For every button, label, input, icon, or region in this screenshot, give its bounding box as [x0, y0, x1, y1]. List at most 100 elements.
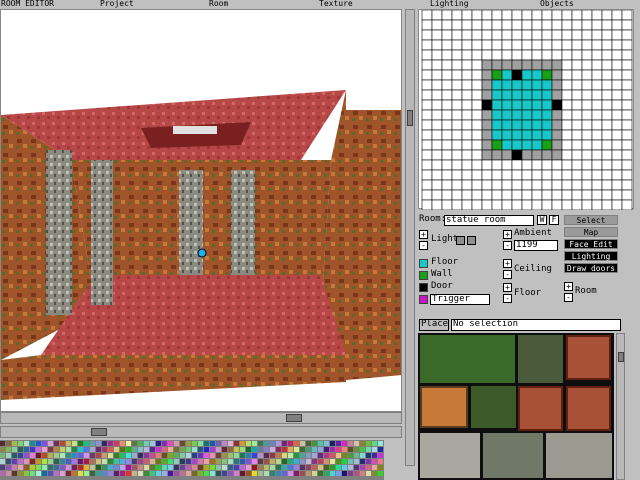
palette-swatch[interactable] — [342, 459, 347, 464]
map-cell[interactable] — [451, 159, 463, 171]
map-cell[interactable] — [501, 79, 513, 91]
map-cell[interactable] — [591, 19, 603, 31]
palette-swatch[interactable] — [30, 441, 35, 446]
map-cell[interactable] — [431, 39, 443, 51]
map-cell[interactable] — [531, 169, 543, 181]
palette-swatch[interactable] — [72, 447, 77, 452]
map-cell[interactable] — [551, 109, 563, 121]
map-cell[interactable] — [601, 89, 613, 101]
palette-swatch[interactable] — [282, 471, 287, 476]
3d-viewport[interactable] — [0, 9, 402, 412]
light-minus-button[interactable]: - — [419, 241, 428, 250]
map-cell[interactable] — [431, 29, 443, 41]
map-cell[interactable] — [441, 59, 453, 71]
map-cell[interactable] — [531, 49, 543, 61]
palette-swatch[interactable] — [90, 465, 95, 470]
palette-swatch[interactable] — [342, 447, 347, 452]
palette-swatch[interactable] — [96, 447, 101, 452]
palette-swatch[interactable] — [372, 459, 377, 464]
map-cell[interactable] — [481, 139, 493, 151]
palette-swatch[interactable] — [288, 453, 293, 458]
palette-swatch[interactable] — [72, 459, 77, 464]
palette-swatch[interactable] — [120, 471, 125, 476]
palette-swatch[interactable] — [330, 441, 335, 446]
palette-swatch[interactable] — [156, 465, 161, 470]
map-cell[interactable] — [531, 99, 543, 111]
palette-swatch[interactable] — [84, 471, 89, 476]
palette-swatch[interactable] — [330, 471, 335, 476]
palette-swatch[interactable] — [276, 471, 281, 476]
ambient-plus-button[interactable]: + — [503, 230, 512, 239]
map-cell[interactable] — [421, 29, 433, 41]
map-cell[interactable] — [501, 69, 513, 81]
palette-swatch[interactable] — [210, 453, 215, 458]
palette-swatch[interactable] — [54, 471, 59, 476]
map-cell[interactable] — [511, 189, 523, 201]
palette-swatch[interactable] — [354, 465, 359, 470]
palette-swatch[interactable] — [348, 441, 353, 446]
palette-swatch[interactable] — [360, 447, 365, 452]
palette-swatch[interactable] — [24, 465, 29, 470]
map-cell[interactable] — [611, 149, 623, 161]
map-cell[interactable] — [501, 99, 513, 111]
palette-swatch[interactable] — [132, 453, 137, 458]
map-cell[interactable] — [611, 109, 623, 121]
palette-swatch[interactable] — [18, 441, 23, 446]
palette-swatch[interactable] — [0, 459, 5, 464]
map-cell[interactable] — [601, 39, 613, 51]
map-cell[interactable] — [551, 199, 563, 211]
map-cell[interactable] — [441, 159, 453, 171]
palette-swatch[interactable] — [186, 465, 191, 470]
palette-swatch[interactable] — [6, 465, 11, 470]
palette-swatch[interactable] — [90, 453, 95, 458]
map-cell[interactable] — [481, 129, 493, 141]
texture-scroll-thumb[interactable] — [618, 352, 624, 362]
palette-swatch[interactable] — [60, 447, 65, 452]
map-cell[interactable] — [451, 29, 463, 41]
map-cell[interactable] — [551, 169, 563, 181]
map-cell[interactable] — [531, 129, 543, 141]
map-cell[interactable] — [491, 79, 503, 91]
palette-swatch[interactable] — [30, 459, 35, 464]
map-cell[interactable] — [541, 199, 553, 211]
map-cell[interactable] — [501, 89, 513, 101]
palette-swatch[interactable] — [132, 471, 137, 476]
map-cell[interactable] — [551, 49, 563, 61]
map-cell[interactable] — [541, 9, 553, 21]
palette-swatch[interactable] — [48, 459, 53, 464]
palette-swatch[interactable] — [246, 441, 251, 446]
map-cell[interactable] — [601, 179, 613, 191]
palette-swatch[interactable] — [210, 465, 215, 470]
map-cell[interactable] — [451, 199, 463, 211]
map-cell[interactable] — [571, 189, 583, 201]
map-cell[interactable] — [511, 119, 523, 131]
map-cell[interactable] — [471, 139, 483, 151]
map-cell[interactable] — [601, 139, 613, 151]
palette-swatch[interactable] — [318, 447, 323, 452]
palette-swatch[interactable] — [144, 447, 149, 452]
palette-swatch[interactable] — [162, 465, 167, 470]
map-cell[interactable] — [561, 69, 573, 81]
map-cell[interactable] — [601, 59, 613, 71]
map-cell[interactable] — [531, 19, 543, 31]
map-cell[interactable] — [501, 189, 513, 201]
palette-swatch[interactable] — [186, 447, 191, 452]
palette-swatch[interactable] — [222, 465, 227, 470]
map-cell[interactable] — [451, 179, 463, 191]
map-cell[interactable] — [581, 139, 593, 151]
palette-swatch[interactable] — [354, 471, 359, 476]
palette-swatch[interactable] — [180, 453, 185, 458]
palette-swatch[interactable] — [324, 465, 329, 470]
map-cell[interactable] — [431, 49, 443, 61]
map-cell[interactable] — [621, 99, 633, 111]
map-cell[interactable] — [451, 69, 463, 81]
palette-swatch[interactable] — [30, 471, 35, 476]
map-cell[interactable] — [471, 179, 483, 191]
map-cell[interactable] — [591, 169, 603, 181]
palette-swatch[interactable] — [66, 465, 71, 470]
map-cell[interactable] — [431, 149, 443, 161]
palette-swatch[interactable] — [240, 459, 245, 464]
map-cell[interactable] — [431, 69, 443, 81]
palette-swatch[interactable] — [366, 471, 371, 476]
palette-swatch[interactable] — [330, 453, 335, 458]
